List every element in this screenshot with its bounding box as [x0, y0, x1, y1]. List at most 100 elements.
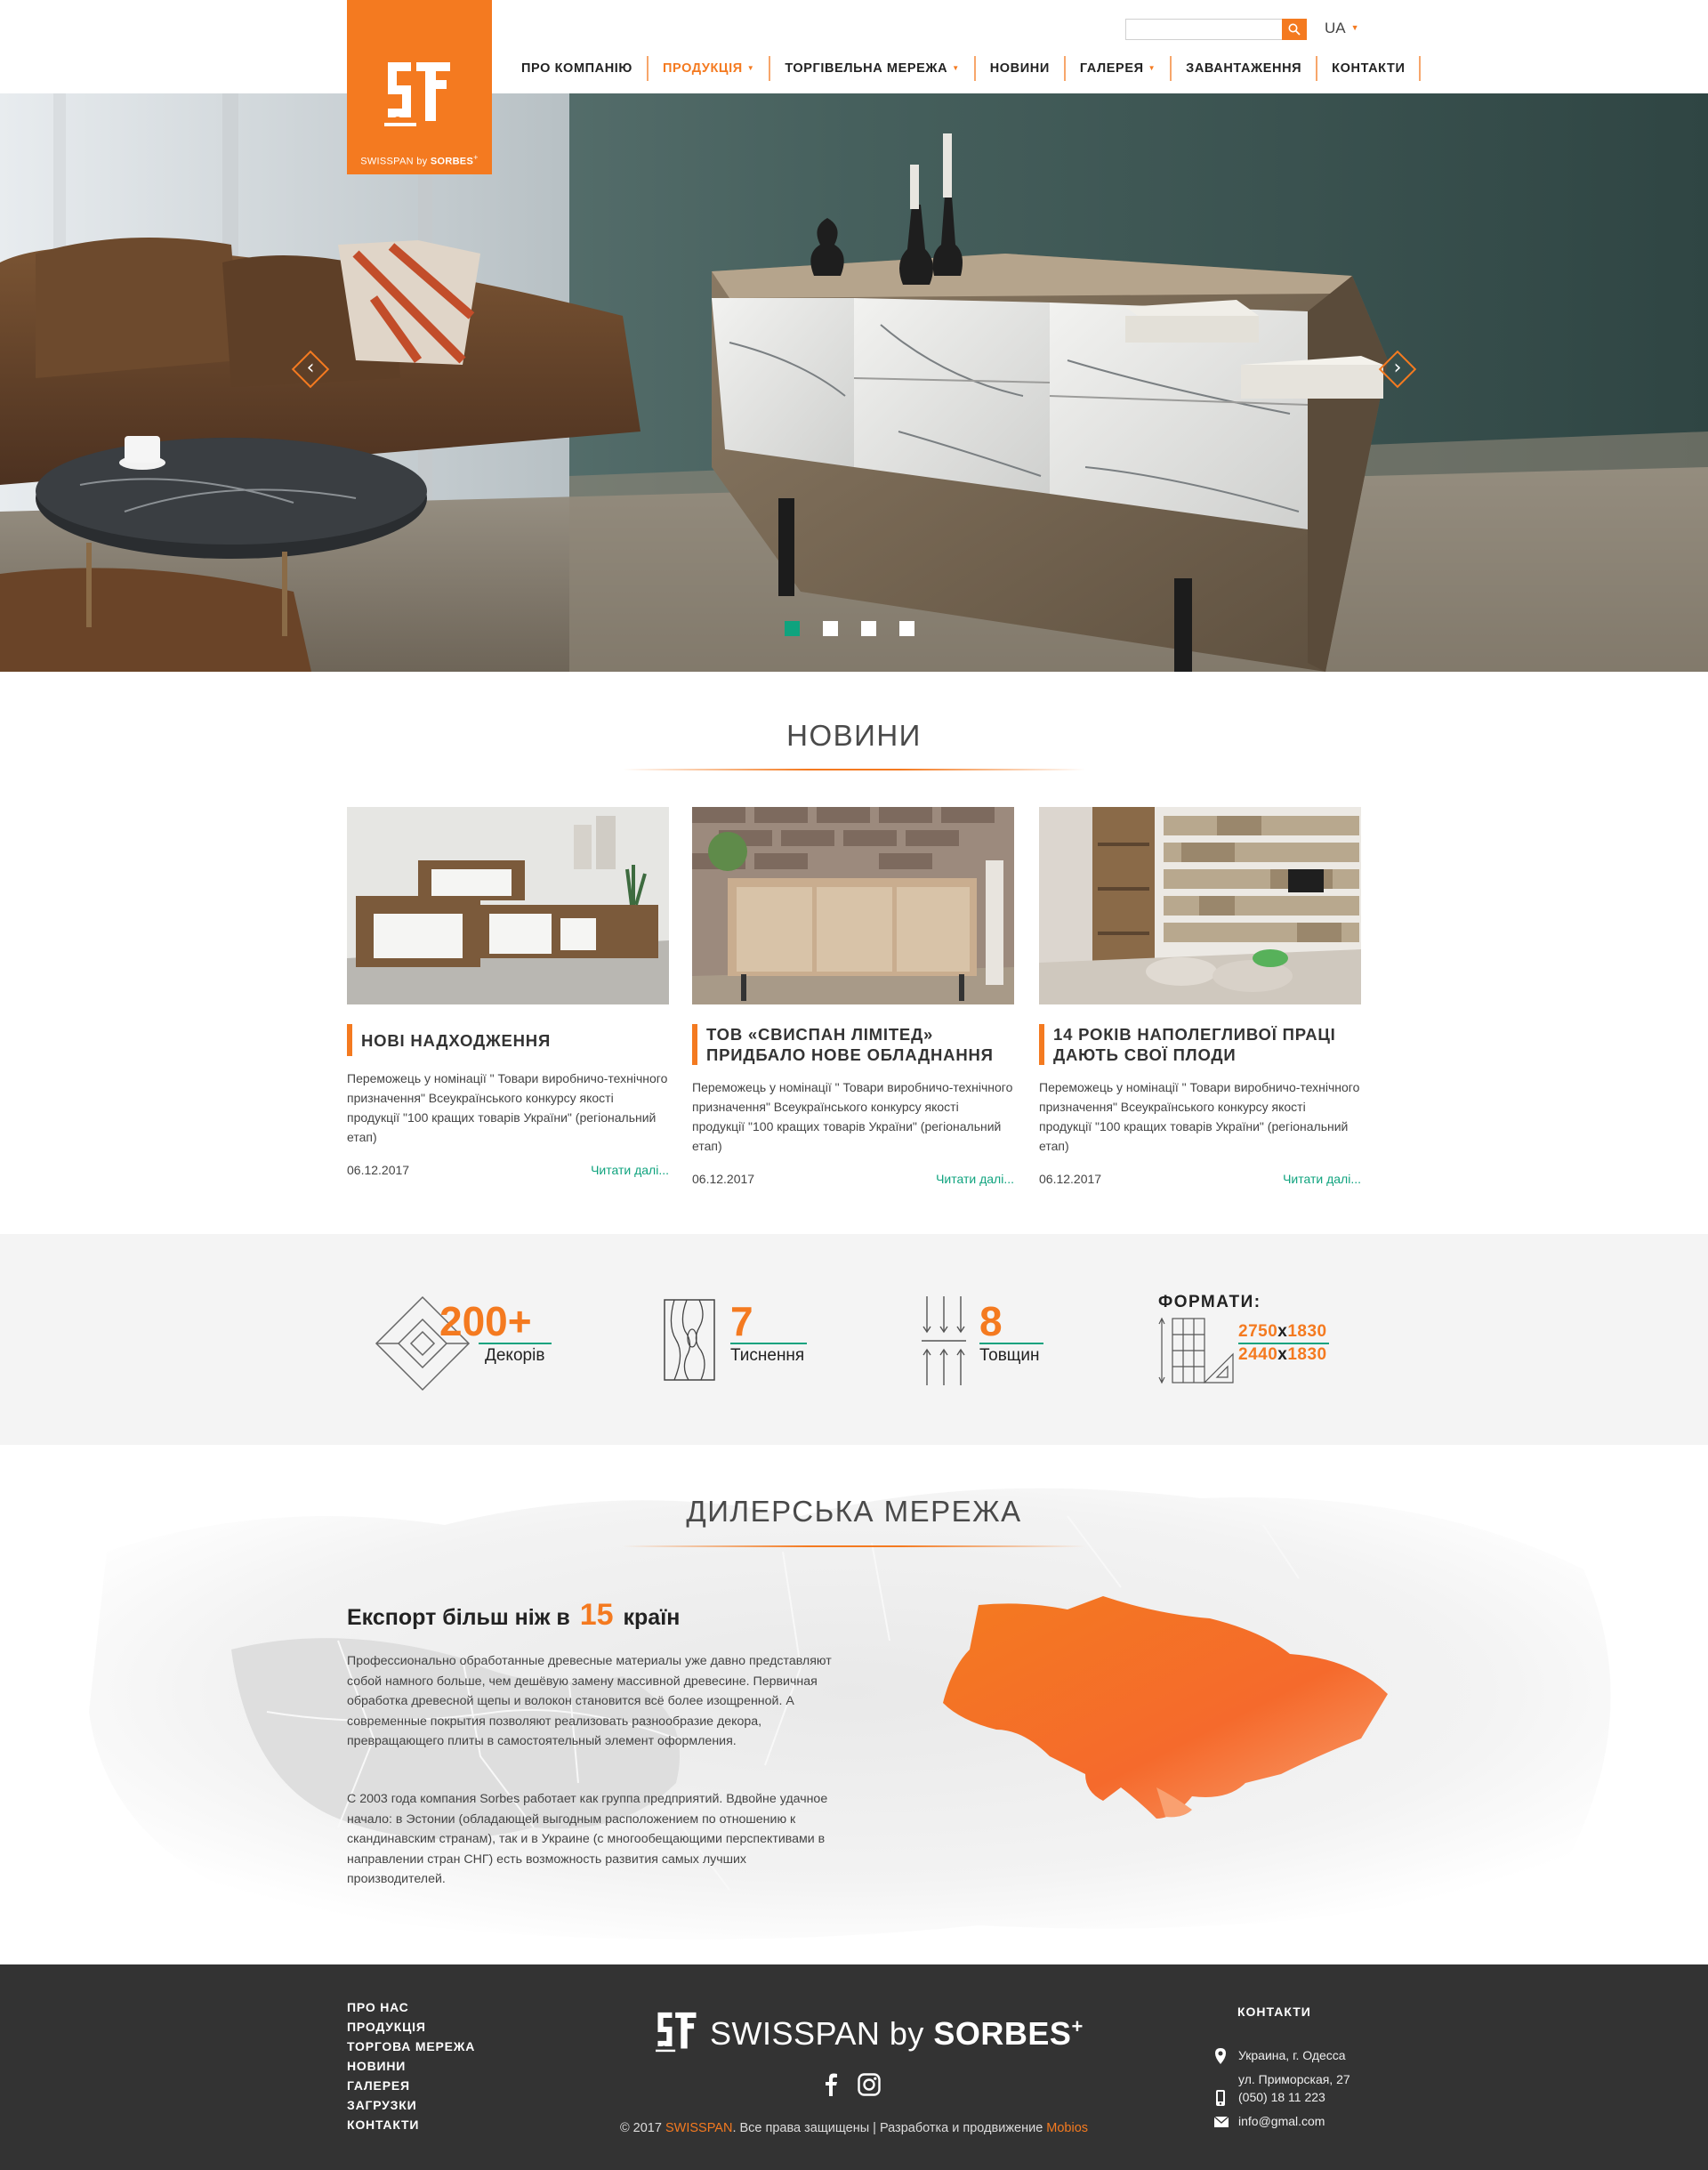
- news-excerpt: Переможець у номінації " Товари виробнич…: [1039, 1080, 1360, 1153]
- wood-grain-icon: [664, 1299, 715, 1381]
- search-box: [1125, 19, 1307, 40]
- format-length: 2750: [1238, 1322, 1278, 1341]
- slider-dot-3[interactable]: [861, 621, 876, 636]
- dropdown-caret-icon: ▼: [746, 64, 755, 72]
- footer-link-about[interactable]: ПРО НАС: [347, 1997, 475, 2017]
- footer-logo-icon: [656, 2012, 697, 2053]
- nav-label: ТОРГІВЕЛЬНА МЕРЕЖА: [785, 61, 948, 76]
- news-date: 06.12.2017: [692, 1172, 755, 1186]
- nav-products[interactable]: ПРОДУКЦІЯ ▼: [649, 55, 769, 82]
- nav-gallery[interactable]: ГАЛЕРЕЯ ▼: [1066, 55, 1170, 82]
- news-title[interactable]: НОВІ НАДХОДЖЕННЯ: [347, 1024, 669, 1056]
- nav-downloads[interactable]: ЗАВАНТАЖЕННЯ: [1172, 55, 1316, 82]
- swisspan-logo-icon: [384, 62, 450, 126]
- location-pin-icon: [1215, 2048, 1226, 2064]
- export-heading: Експорт більш ніж в 15 країн: [347, 1598, 680, 1633]
- footer-menu: ПРО НАС ПРОДУКЦІЯ ТОРГОВА МЕРЕЖА НОВИНИ …: [347, 1997, 475, 2134]
- news-title-text: 14 РОКІВ НАПОЛЕГЛИВОЇ ПРАЦІ ДАЮТЬ СВОЇ П…: [1053, 1025, 1336, 1064]
- footer-logo-text[interactable]: SWISSPAN by SORBES+: [710, 2015, 1084, 2053]
- news-card: НОВІ НАДХОДЖЕННЯ Переможець у номінації …: [347, 807, 669, 1177]
- copyright-prefix: © 2017: [619, 2121, 665, 2135]
- chevron-left-icon: ‹: [306, 357, 315, 379]
- instagram-icon[interactable]: [858, 2073, 881, 2096]
- dealer-paragraph-1: Профессионально обработанные древесные м…: [347, 1654, 832, 1748]
- footer-link-news[interactable]: НОВИНИ: [347, 2056, 475, 2076]
- copyright: © 2017 SWISSPAN. Все права защищены | Ра…: [0, 2121, 1708, 2135]
- stat-underline: [979, 1343, 1043, 1344]
- stat-textures-value: 7: [730, 1298, 753, 1344]
- footer-address-line1: Украина, г. Одесса: [1238, 2048, 1346, 2062]
- facebook-icon[interactable]: [824, 2073, 838, 2096]
- news-date: 06.12.2017: [347, 1163, 410, 1177]
- language-selector[interactable]: UA ▼: [1325, 20, 1359, 37]
- read-more-link[interactable]: Читати далі...: [591, 1163, 669, 1177]
- slider-next-button[interactable]: ›: [1378, 350, 1417, 389]
- search-input[interactable]: [1126, 20, 1283, 39]
- read-more-link[interactable]: Читати далі...: [936, 1172, 1014, 1186]
- page: UA ▼ ПРО КОМПАНІЮ ПРОДУКЦІЯ ▼ ТОРГІВЕЛЬНА …: [0, 0, 1708, 2170]
- dropdown-caret-icon: ▼: [952, 64, 960, 72]
- slider-prev-button[interactable]: ‹: [291, 350, 330, 389]
- news-title-text: НОВІ НАДХОДЖЕННЯ: [361, 1030, 552, 1050]
- footer-email[interactable]: info@gmal.com: [1238, 2109, 1325, 2134]
- format-row-1: 2750х1830: [1238, 1322, 1327, 1342]
- nav-news[interactable]: НОВИНИ: [976, 55, 1064, 82]
- news-image[interactable]: [347, 807, 669, 1004]
- nav-label: ПРО КОМПАНІЮ: [521, 61, 632, 76]
- footer-link-trade-network[interactable]: ТОРГОВА МЕРЕЖА: [347, 2037, 475, 2056]
- news-section-title: НОВИНИ: [786, 719, 922, 752]
- sheet-format-icon: [1158, 1317, 1234, 1384]
- slider-dot-2[interactable]: [823, 621, 838, 636]
- format-separator: х: [1277, 1345, 1288, 1364]
- copyright-brand-link[interactable]: SWISSPAN: [665, 2121, 732, 2135]
- logo[interactable]: SWISSPAN by SORBES+: [347, 0, 492, 174]
- footer-contacts-title: КОНТАКТИ: [1237, 2005, 1311, 2019]
- news-date: 06.12.2017: [1039, 1172, 1102, 1186]
- stat-underline: [730, 1343, 807, 1344]
- slider-dot-1[interactable]: [785, 621, 800, 636]
- nav-trade-network[interactable]: ТОРГІВЕЛЬНА МЕРЕЖА ▼: [770, 55, 973, 82]
- export-prefix: Експорт більш ніж в: [347, 1605, 570, 1630]
- news-title-text: ТОВ «СВИСПАН ЛІМІТЕД» ПРИДБАЛО НОВЕ ОБЛА…: [706, 1025, 994, 1064]
- language-label: UA: [1325, 20, 1346, 36]
- stat-textures-label: Тиснення: [730, 1346, 805, 1365]
- dealer-paragraph-2: С 2003 года компания Sorbes работает как…: [347, 1792, 828, 1886]
- slider-dot-4[interactable]: [899, 621, 914, 636]
- nav-label: КОНТАКТИ: [1332, 61, 1406, 76]
- news-footer: 06.12.2017 Читати далі...: [692, 1172, 1014, 1186]
- news-title[interactable]: 14 РОКІВ НАПОЛЕГЛИВОЇ ПРАЦІ ДАЮТЬ СВОЇ П…: [1039, 1024, 1361, 1065]
- news-footer: 06.12.2017 Читати далі...: [347, 1163, 669, 1177]
- nav-contacts[interactable]: КОНТАКТИ: [1317, 55, 1419, 82]
- nav-about[interactable]: ПРО КОМПАНІЮ: [509, 55, 647, 82]
- logo-caption-sup: +: [473, 153, 479, 162]
- stats-band: [0, 1234, 1708, 1445]
- footer-link-downloads[interactable]: ЗАГРУЗКИ: [347, 2095, 475, 2115]
- news-excerpt: Переможець у номінації " Товари виробнич…: [692, 1080, 1013, 1153]
- stat-underline: [479, 1343, 552, 1344]
- footer-phone[interactable]: (050) 18 11 223: [1238, 2085, 1325, 2109]
- section-divider: [623, 1545, 1085, 1547]
- stat-decors-label: Декорів: [485, 1346, 545, 1365]
- news-image[interactable]: [692, 807, 1014, 1004]
- footer: ПРО НАС ПРОДУКЦІЯ ТОРГОВА МЕРЕЖА НОВИНИ …: [0, 1964, 1708, 2170]
- footer-logo-bold: SORBES: [933, 2015, 1072, 2052]
- hero-image: [0, 93, 1708, 672]
- logo-caption: SWISSPAN by SORBES+: [347, 153, 492, 167]
- logo-caption-bold: SORBES: [430, 156, 474, 167]
- search-button[interactable]: [1282, 19, 1307, 40]
- export-suffix: країн: [623, 1605, 681, 1630]
- news-excerpt: Переможець у номінації " Товари виробнич…: [347, 1071, 668, 1144]
- header: UA ▼ ПРО КОМПАНІЮ ПРОДУКЦІЯ ▼ ТОРГІВЕЛЬНА …: [0, 0, 1708, 93]
- format-length: 2440: [1238, 1345, 1278, 1364]
- dropdown-caret-icon: ▼: [1148, 64, 1156, 72]
- footer-link-gallery[interactable]: ГАЛЕРЕЯ: [347, 2076, 475, 2095]
- chevron-down-icon: ▼: [1350, 23, 1359, 32]
- news-image[interactable]: [1039, 807, 1361, 1004]
- developer-link[interactable]: Mobios: [1046, 2121, 1088, 2135]
- read-more-link[interactable]: Читати далі...: [1283, 1172, 1361, 1186]
- footer-logo-light: SWISSPAN by: [710, 2015, 934, 2052]
- dealer-section-title: ДИЛЕРСЬКА МЕРЕЖА: [686, 1495, 1022, 1528]
- news-title[interactable]: ТОВ «СВИСПАН ЛІМІТЕД» ПРИДБАЛО НОВЕ ОБЛА…: [692, 1024, 1014, 1065]
- news-card: ТОВ «СВИСПАН ЛІМІТЕД» ПРИДБАЛО НОВЕ ОБЛА…: [692, 807, 1014, 1186]
- footer-link-products[interactable]: ПРОДУКЦІЯ: [347, 2017, 475, 2037]
